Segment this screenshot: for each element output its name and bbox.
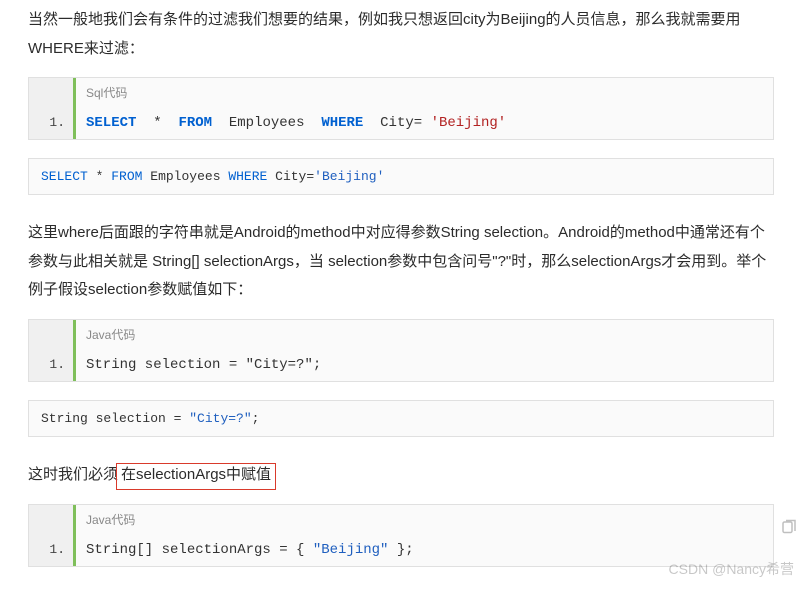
highlight-box: 在selectionArgs中赋值: [116, 463, 276, 490]
tok-str: "Beijing": [313, 542, 389, 558]
code-block-java2-titled: Java代码 1. String[] selectionArgs = { "Be…: [28, 504, 774, 567]
tok-before: String selection =: [86, 357, 246, 373]
code-content[interactable]: SELECT * FROM Employees WHERE City= 'Bei…: [73, 107, 773, 139]
tok-str: "City=?": [189, 411, 251, 426]
kw-from: FROM: [178, 115, 212, 131]
tok-coleq: City=: [275, 169, 314, 184]
tok-star: *: [96, 169, 104, 184]
line-number: 1.: [29, 534, 73, 566]
code-lang-label: Sql代码: [73, 78, 773, 107]
line-number: 1.: [29, 107, 73, 139]
kw-select: SELECT: [86, 115, 136, 131]
kw-where: WHERE: [321, 115, 363, 131]
action-icon[interactable]: [780, 519, 798, 537]
tok-after: };: [388, 542, 413, 558]
tok-lit: 'Beijing': [431, 115, 507, 131]
tok-after: ;: [313, 357, 321, 373]
code-block-java1-plain[interactable]: String selection = "City=?";: [28, 400, 774, 437]
kw-where: WHERE: [228, 169, 267, 184]
gutter-spacer: [29, 320, 73, 349]
kw-from: FROM: [111, 169, 142, 184]
tok-str: "City=?": [246, 357, 313, 373]
paragraph-3: 这时我们必须在selectionArgs中赋值: [28, 461, 774, 490]
code-lang-label: Java代码: [73, 320, 773, 349]
kw-select: SELECT: [41, 169, 88, 184]
code-block-sql-titled: Sql代码 1. SELECT * FROM Employees WHERE C…: [28, 77, 774, 140]
code-lang-label: Java代码: [73, 505, 773, 534]
tok-coleq: City=: [380, 115, 422, 131]
tok-table: Employees: [150, 169, 220, 184]
p3-before: 这时我们必须: [28, 466, 118, 483]
paragraph-2: 这里where后面跟的字符串就是Android的method中对应得参数Stri…: [28, 219, 774, 305]
tok-star: *: [153, 115, 161, 131]
line-number: 1.: [29, 349, 73, 381]
gutter-spacer: [29, 78, 73, 107]
tok-before: String[] selectionArgs = {: [86, 542, 313, 558]
tok-after: ;: [252, 411, 260, 426]
code-content[interactable]: String selection = "City=?";: [73, 349, 773, 381]
tok-table: Employees: [229, 115, 305, 131]
paragraph-1: 当然一般地我们会有条件的过滤我们想要的结果，例如我只想返回city为Beijin…: [28, 6, 774, 63]
code-block-java1-titled: Java代码 1. String selection = "City=?";: [28, 319, 774, 382]
tok-before: String selection =: [41, 411, 189, 426]
code-content[interactable]: String[] selectionArgs = { "Beijing" };: [73, 534, 773, 566]
article-body: 当然一般地我们会有条件的过滤我们想要的结果，例如我只想返回city为Beijin…: [0, 0, 802, 581]
code-block-sql-plain[interactable]: SELECT * FROM Employees WHERE City='Beij…: [28, 158, 774, 195]
tok-lit: 'Beijing': [314, 169, 384, 184]
gutter-spacer: [29, 505, 73, 534]
